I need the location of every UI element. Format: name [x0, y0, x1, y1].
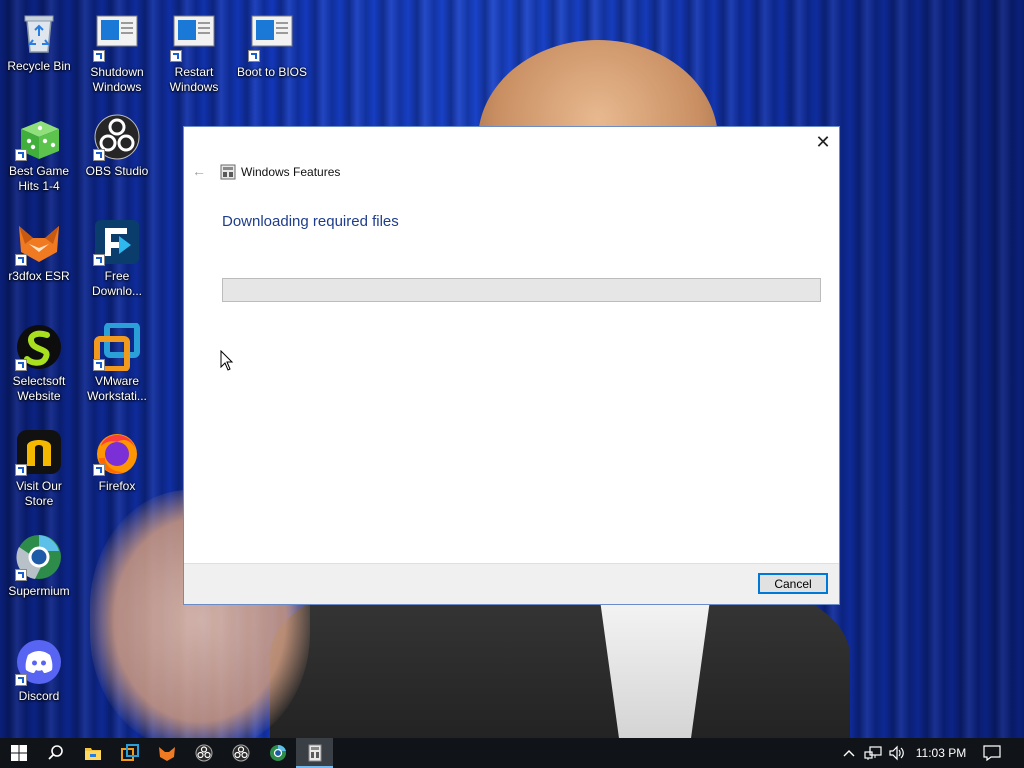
folder-icon	[84, 748, 101, 760]
taskbar-windows-features[interactable]	[296, 738, 333, 768]
back-arrow-icon: ←	[192, 163, 206, 179]
windows-features-dialog: ✕ ← Windows Features Downloading require…	[183, 126, 840, 605]
supermium-icon	[15, 533, 63, 581]
cancel-button[interactable]: Cancel	[758, 573, 828, 594]
dialog-title: Windows Features	[241, 165, 341, 179]
dice-icon	[15, 113, 63, 161]
taskbar-file-explorer[interactable]	[74, 738, 111, 768]
taskbar: 11:03 PM	[0, 738, 1024, 768]
supermium-icon	[269, 744, 286, 761]
bios-shortcut-icon	[248, 14, 296, 62]
close-button[interactable]: ✕	[807, 127, 839, 157]
windows-features-icon	[308, 744, 321, 762]
desktop-icon-discord[interactable]: Discord	[1, 638, 77, 704]
desktop-icon-shutdown-windows[interactable]: Shutdown Windows	[79, 14, 155, 95]
download-progress-bar	[222, 278, 821, 302]
desktop-icon-label: Firefox	[98, 479, 136, 493]
desktop-icon-vmware-workstation[interactable]: VMware Workstati...	[79, 322, 155, 404]
volume-button[interactable]	[886, 738, 908, 768]
desktop-icon-r3dfox-esr[interactable]: r3dfox ESR	[1, 218, 77, 284]
recycle-bin-icon	[15, 8, 63, 56]
clock-button[interactable]: 11:03 PM	[910, 738, 972, 768]
desktop-icon-label: Restart Windows	[169, 65, 219, 94]
desktop-icon-recycle-bin[interactable]: Recycle Bin	[1, 8, 77, 74]
desktop-icon-label: VMware Workstati...	[87, 374, 147, 403]
dialog-heading: Downloading required files	[222, 213, 399, 230]
discord-icon	[15, 638, 63, 686]
firefox-icon	[93, 428, 141, 476]
desktop-icon-label: Free Downlo...	[91, 269, 143, 298]
restart-shortcut-icon	[170, 14, 218, 62]
mouse-cursor-icon	[220, 350, 234, 371]
obs-studio-icon	[232, 744, 249, 762]
desktop-icon-label: Selectsoft Website	[12, 374, 66, 403]
dialog-footer: Cancel	[184, 563, 839, 604]
desktop-icon-best-game-hits[interactable]: Best Game Hits 1-4	[1, 113, 77, 194]
network-button[interactable]	[862, 738, 884, 768]
desktop-icon-label: Best Game Hits 1-4	[8, 164, 70, 193]
desktop-icon-firefox[interactable]: Firefox	[79, 428, 155, 494]
taskbar-obs-studio-2[interactable]	[222, 738, 259, 768]
desktop-icon-label: Discord	[18, 689, 60, 703]
r3dfox-icon	[158, 747, 175, 761]
store-icon	[15, 428, 63, 476]
desktop-icon-boot-to-bios[interactable]: Boot to BIOS	[234, 14, 310, 80]
obs-studio-icon	[93, 113, 141, 161]
desktop-icon-supermium[interactable]: Supermium	[1, 533, 77, 599]
desktop-icon-label: Recycle Bin	[7, 59, 71, 73]
r3dfox-icon	[15, 218, 63, 266]
shutdown-shortcut-icon	[93, 14, 141, 62]
wallpaper-figure-shirt	[600, 600, 710, 738]
desktop-icon-visit-our-store[interactable]: Visit Our Store	[1, 428, 77, 509]
obs-studio-icon	[195, 744, 212, 762]
vmware-icon	[93, 322, 141, 372]
taskbar-task-view[interactable]	[111, 738, 148, 768]
taskbar-obs-studio[interactable]	[185, 738, 222, 768]
windows-features-icon	[220, 164, 236, 180]
desktop-icon-obs-studio[interactable]: OBS Studio	[79, 113, 155, 179]
search-icon	[47, 745, 63, 760]
desktop-icon-label: Supermium	[8, 584, 70, 598]
desktop-icon-selectsoft-website[interactable]: Selectsoft Website	[1, 323, 77, 404]
taskbar-search-button[interactable]	[37, 738, 74, 768]
chevron-up-icon	[843, 750, 855, 757]
close-icon: ✕	[815, 131, 831, 152]
notification-icon	[983, 745, 1001, 761]
taskbar-supermium[interactable]	[259, 738, 296, 768]
desktop-icon-free-download[interactable]: Free Downlo...	[79, 218, 155, 299]
windows-logo-icon	[10, 745, 27, 761]
taskbar-r3dfox[interactable]	[148, 738, 185, 768]
desktop-icon-restart-windows[interactable]: Restart Windows	[156, 14, 232, 95]
desktop-icon-label: Visit Our Store	[16, 479, 62, 508]
action-center-button[interactable]	[976, 738, 1008, 768]
task-view-icon	[120, 744, 139, 761]
desktop-icon-label: Shutdown Windows	[90, 65, 144, 94]
desktop-icon-label: Boot to BIOS	[236, 65, 308, 79]
selectsoft-icon	[15, 323, 63, 371]
network-icon	[864, 746, 882, 760]
clock-time: 11:03 PM	[915, 746, 967, 760]
desktop-icon-label: OBS Studio	[85, 164, 149, 178]
desktop-icon-label: r3dfox ESR	[8, 269, 70, 283]
show-hidden-icons-button[interactable]	[840, 738, 858, 768]
start-button[interactable]	[0, 738, 37, 768]
free-download-manager-icon	[93, 218, 141, 266]
speaker-icon	[889, 745, 904, 761]
